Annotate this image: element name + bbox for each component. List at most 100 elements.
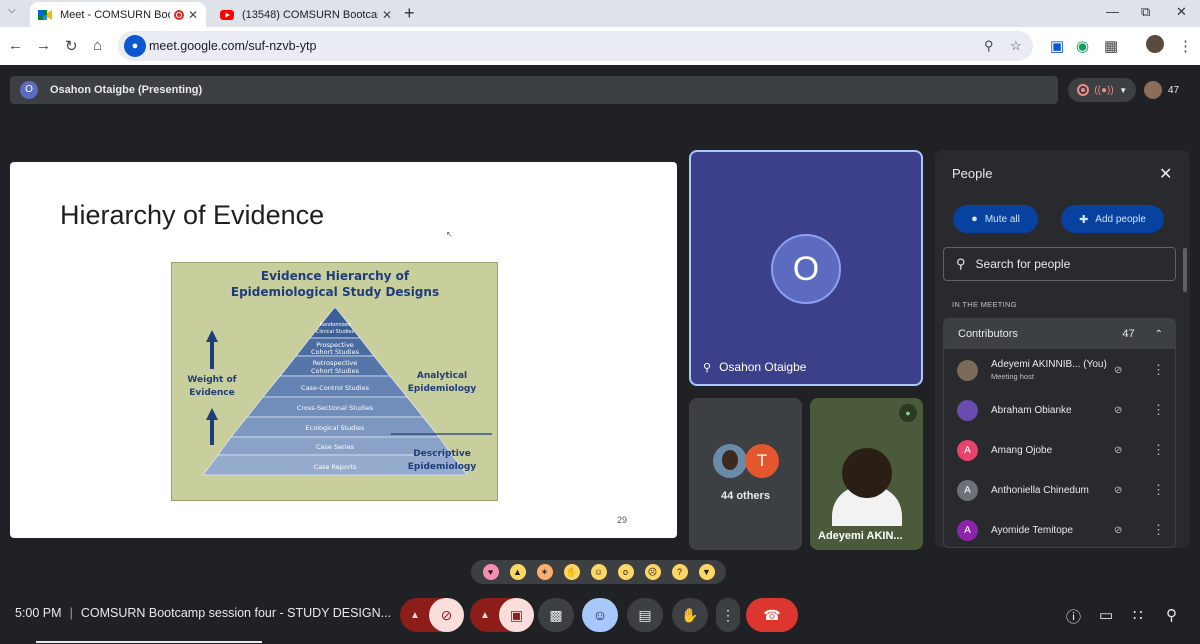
heart-emoji-icon[interactable]: ♥: [482, 564, 499, 580]
more-options-icon[interactable]: ⋮: [1152, 362, 1165, 378]
close-tab-icon[interactable]: ✕: [188, 8, 198, 22]
host-controls-icon[interactable]: ⚲: [1166, 606, 1177, 624]
minimize-icon[interactable]: —: [1106, 4, 1119, 19]
youtube-favicon-icon: [220, 9, 234, 20]
bottom-progress-line: [36, 641, 262, 643]
back-icon[interactable]: ←: [8, 37, 23, 54]
add-people-label: Add people: [1095, 213, 1146, 225]
screen-cast-extension-icon[interactable]: ▣: [1050, 37, 1064, 55]
more-options-icon[interactable]: ⋮: [1152, 482, 1165, 498]
thumbs-up-emoji-icon[interactable]: ▲: [509, 564, 526, 580]
video-options-chevron-icon[interactable]: ▲: [480, 610, 490, 621]
mouse-cursor-icon: ↖: [446, 230, 453, 239]
others-count-label: 44 others: [721, 490, 770, 502]
participant-count: 47: [1168, 84, 1180, 96]
clap-emoji-icon[interactable]: ✋: [563, 564, 580, 580]
add-people-button[interactable]: ✚ Add people: [1061, 205, 1164, 233]
participant-tile-presenter[interactable]: O ⚲ Osahon Otaigbe: [689, 150, 923, 386]
grammarly-extension-icon[interactable]: ◉: [1076, 37, 1089, 55]
participant-avatar: A: [957, 439, 978, 461]
reload-icon[interactable]: ↻: [65, 37, 78, 55]
maximize-icon[interactable]: ⧉: [1141, 4, 1150, 20]
presenter-name-row: ⚲ Osahon Otaigbe: [703, 360, 806, 374]
participant-row[interactable]: A Amang Ojobe ⊘ ⋮: [944, 430, 1177, 470]
leave-call-button[interactable]: ☎: [746, 598, 798, 632]
level-label: Cohort Studies: [311, 348, 360, 356]
participant-row[interactable]: Adeyemi AKINNIB... (You) Meeting host ⊘ …: [944, 350, 1177, 390]
forward-icon[interactable]: →: [36, 37, 51, 54]
self-video-tile[interactable]: ● Adeyemi AKIN...: [810, 398, 923, 550]
participant-row[interactable]: A Ayomide Temitope ⊘ ⋮: [944, 510, 1177, 548]
participant-avatar: A: [957, 479, 978, 501]
level-label: Cross-Sectional Studies: [297, 404, 374, 412]
new-tab-icon[interactable]: +: [404, 3, 415, 24]
thumbs-down-emoji-icon[interactable]: ▼: [698, 564, 715, 580]
send-reaction-button[interactable]: ☺: [582, 598, 618, 632]
in-meeting-heading: IN THE MEETING: [952, 300, 1017, 309]
extensions-icon[interactable]: ▦: [1104, 37, 1118, 55]
participant-avatar: A: [957, 519, 978, 541]
descriptive-label-2: Epidemiology: [408, 462, 477, 472]
close-tab-icon[interactable]: ✕: [382, 8, 392, 22]
laugh-emoji-icon[interactable]: ☺: [590, 564, 607, 580]
thinking-emoji-icon[interactable]: ?: [671, 564, 688, 580]
participants-button[interactable]: 47: [1144, 78, 1190, 102]
contributors-label: Contributors: [958, 328, 1018, 340]
more-options-icon[interactable]: ⋮: [1152, 402, 1165, 418]
zoom-icon[interactable]: ⚲: [984, 38, 994, 54]
people-search-field[interactable]: ⚲: [943, 247, 1176, 281]
participant-mini-avatar: [713, 444, 747, 478]
level-label: Case-Control Studies: [301, 384, 370, 392]
camera-control-group: ▲ ▣: [470, 598, 534, 632]
people-search-input[interactable]: [975, 257, 1156, 271]
mute-all-button[interactable]: ● Mute all: [953, 205, 1038, 233]
tab-search-icon[interactable]: ⌵: [8, 5, 16, 16]
microphone-permission-icon[interactable]: ●: [124, 35, 146, 57]
sad-emoji-icon[interactable]: ☹: [644, 564, 661, 580]
party-emoji-icon[interactable]: ✶: [536, 564, 553, 580]
url-text: meet.google.com/suf-nzvb-ytp: [149, 39, 317, 53]
slide-page-number: 29: [617, 515, 628, 525]
presenter-tile-name: Osahon Otaigbe: [719, 360, 807, 374]
mic-off-icon[interactable]: ⊘: [1114, 365, 1122, 376]
recording-live-controls[interactable]: ((●)) ▼: [1068, 78, 1136, 102]
contributors-header[interactable]: Contributors 47 ⌃: [944, 319, 1175, 349]
more-options-icon[interactable]: ⋮: [1152, 442, 1165, 458]
chevron-up-icon[interactable]: ⌃: [1155, 329, 1163, 340]
mic-off-icon[interactable]: ⊘: [1114, 445, 1122, 456]
mic-off-icon[interactable]: ⊘: [1114, 405, 1122, 416]
chevron-down-icon: ▼: [1119, 85, 1128, 95]
pin-icon[interactable]: ⚲: [703, 361, 711, 374]
address-bar[interactable]: ● meet.google.com/suf-nzvb-ytp ⚲ ☆: [118, 31, 1033, 61]
tab-youtube[interactable]: (13548) COMSURN Bootcamp s ✕: [212, 2, 400, 27]
more-options-button[interactable]: ⋮: [716, 598, 740, 632]
search-icon: ⚲: [956, 256, 966, 271]
camera-off-button[interactable]: ▣: [499, 598, 534, 632]
chat-icon[interactable]: ▭: [1099, 606, 1113, 624]
raise-hand-button[interactable]: ✋: [672, 598, 708, 632]
surprised-emoji-icon[interactable]: o: [617, 564, 634, 580]
profile-avatar[interactable]: [1146, 35, 1164, 53]
home-icon[interactable]: ⌂: [93, 37, 102, 54]
bookmark-star-icon[interactable]: ☆: [1010, 38, 1022, 54]
present-screen-button[interactable]: ▩: [538, 598, 574, 632]
chrome-menu-icon[interactable]: ⋮: [1178, 37, 1193, 55]
participant-row[interactable]: A Anthoniella Chinedum ⊘ ⋮: [944, 470, 1177, 510]
mic-off-icon[interactable]: ⊘: [1114, 485, 1122, 496]
mic-off-button[interactable]: ⊘: [429, 598, 464, 632]
evidence-hierarchy-diagram: Evidence Hierarchy of Epidemiological St…: [171, 262, 498, 501]
weight-arrow-up-icon: [206, 330, 218, 369]
captions-button[interactable]: ▤: [627, 598, 663, 632]
close-window-icon[interactable]: ✕: [1176, 4, 1187, 20]
participants-icon: [1144, 81, 1162, 99]
audio-options-chevron-icon[interactable]: ▲: [410, 610, 420, 621]
panel-scrollbar[interactable]: [1183, 248, 1187, 292]
others-tile[interactable]: T 44 others: [689, 398, 802, 550]
meeting-details-icon[interactable]: ⓘ: [1066, 606, 1081, 627]
participant-row[interactable]: Abraham Obianke ⊘ ⋮: [944, 390, 1177, 430]
activities-icon[interactable]: ∷: [1133, 606, 1143, 624]
close-panel-icon[interactable]: ✕: [1159, 164, 1172, 184]
mic-off-icon[interactable]: ⊘: [1114, 525, 1122, 536]
tab-meet[interactable]: Meet - COMSURN Bootcam ✕: [30, 2, 206, 27]
more-options-icon[interactable]: ⋮: [1152, 522, 1165, 538]
